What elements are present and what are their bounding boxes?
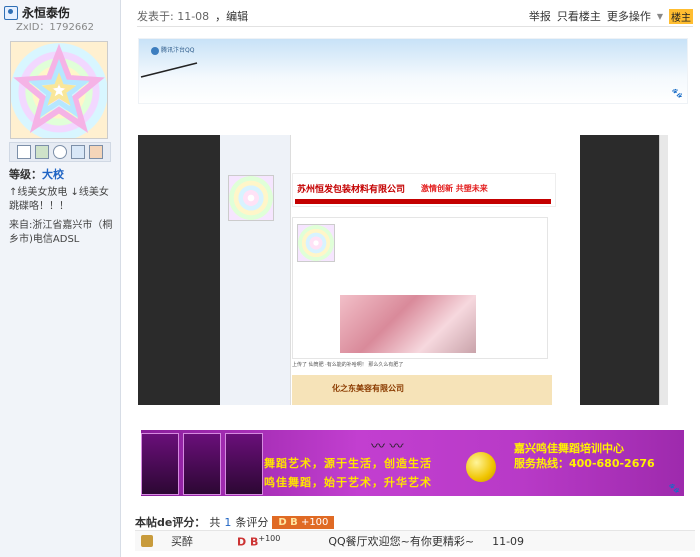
embedded-company-banner: 苏州恒发包装材料有限公司 激情创新 共塑未来 bbox=[292, 173, 556, 207]
post-time: 发表于: 11-08 bbox=[137, 10, 210, 23]
post-header: 发表于: 11-08 ，编辑 举报 只看楼主 更多操作 ▼ 楼主 bbox=[137, 6, 693, 27]
birds-icon: 〰 〰 bbox=[371, 439, 404, 455]
embedded-quoted-avatar bbox=[297, 224, 335, 262]
apple-icon bbox=[466, 452, 496, 482]
star-pattern-icon bbox=[13, 43, 105, 134]
edit-link[interactable]: ，编辑 bbox=[215, 8, 248, 24]
user-sidebar: 永恒泰伤 ZxID：1792662 等级：大校 ↑线美女放电 ↓线美女跳碟咯！！… bbox=[0, 0, 121, 557]
qq-logo-text: 腾讯汴台QQ bbox=[161, 47, 195, 54]
banner-title: 嘉兴鸣佳舞蹈培训中心 bbox=[514, 442, 624, 455]
rating-score: D B+100 bbox=[237, 534, 280, 549]
score-badge-value: +100 bbox=[300, 516, 329, 528]
rating-count: 1 bbox=[224, 515, 232, 529]
group-icon[interactable] bbox=[89, 145, 103, 159]
rater-name[interactable]: 买醉 bbox=[171, 533, 193, 549]
message-icon[interactable] bbox=[17, 145, 31, 159]
floor-badge: 楼主 bbox=[669, 8, 693, 24]
embedded-avatar bbox=[228, 175, 274, 221]
embedded-yellow-ad: 化之东美容有限公司 bbox=[292, 375, 552, 405]
rater-avatar-icon bbox=[141, 535, 153, 547]
dancer-photo bbox=[141, 433, 179, 495]
embedded-yellow-ad-text: 化之东美容有限公司 bbox=[332, 384, 404, 393]
dancer-photo bbox=[225, 433, 263, 495]
level-value[interactable]: 大校 bbox=[42, 168, 64, 181]
post-main: 发表于: 11-08 ，编辑 举报 只看楼主 更多操作 ▼ 楼主 腾讯汴台QQ … bbox=[121, 0, 700, 557]
user-location: 来自:浙江省嘉兴市（桐乡市)电信ADSL bbox=[9, 220, 113, 245]
qq-logo-icon bbox=[151, 46, 159, 55]
banner-line-1: 舞蹈艺术，源于生活，创造生活 bbox=[264, 457, 432, 470]
paw-icon[interactable]: 🐾 bbox=[672, 89, 683, 99]
embedded-sidebar bbox=[220, 135, 291, 405]
rating-count-suffix: 条评分 bbox=[235, 516, 269, 529]
banner-phone: 服务热线：400-680-2676 bbox=[514, 457, 655, 470]
dancer-photos bbox=[141, 430, 271, 496]
rating-score-value: +100 bbox=[258, 533, 281, 543]
paw-icon[interactable]: 🐾 bbox=[669, 484, 680, 494]
user-signature: ↑线美女放电 ↓线美女跳碟咯！！！ bbox=[9, 187, 109, 212]
more-actions-link[interactable]: 更多操作 bbox=[607, 8, 651, 24]
only-author-link[interactable]: 只看楼主 bbox=[557, 8, 601, 24]
line-decoration-icon bbox=[140, 62, 198, 78]
dancer-photo bbox=[183, 433, 221, 495]
embedded-scrollbar bbox=[659, 135, 668, 405]
embedded-slogan: 激情创新 共塑未来 bbox=[421, 184, 488, 193]
rating-header: 本帖de评分： 共 1 条评分 D B +100 bbox=[135, 514, 335, 530]
embedded-company-name: 苏州恒发包装材料有限公司 bbox=[297, 185, 406, 195]
rating-row: 买醉 D B+100 QQ餐厅欢迎您~有你更精彩~ 11-09 bbox=[135, 530, 695, 551]
dance-school-banner[interactable]: 〰 〰 舞蹈艺术，源于生活，创造生活 鸣佳舞蹈，始于艺术，升华艺术 嘉兴鸣佳舞蹈… bbox=[141, 430, 684, 496]
rating-count-prefix: 共 bbox=[209, 516, 221, 529]
score-badge: D B +100 bbox=[272, 515, 335, 529]
user-id: ZxID：1792662 bbox=[16, 22, 94, 33]
embedded-red-bar bbox=[295, 199, 551, 204]
chevron-down-icon[interactable]: ▼ bbox=[657, 12, 663, 21]
post-actions: 举报 只看楼主 更多操作 ▼ 楼主 bbox=[529, 8, 693, 24]
rating-time: 11-09 bbox=[492, 534, 525, 548]
rating-reason: QQ餐厅欢迎您~有你更精彩~ bbox=[328, 535, 475, 548]
embedded-screenshot: 苏州恒发包装材料有限公司 激情创新 共塑未来 上传了 仙筒肥 ·有么能的补哈啊！… bbox=[138, 135, 668, 405]
rating-label: 本帖de评分： bbox=[135, 516, 206, 529]
profile-card-icon[interactable] bbox=[71, 145, 85, 159]
banner-line-2: 鸣佳舞蹈，始于艺术，升华艺术 bbox=[264, 476, 432, 489]
add-friend-icon[interactable] bbox=[35, 145, 49, 159]
embedded-caption: 上传了 仙筒肥 ·有么能的补哈啊！ 那么久么有肥了 bbox=[292, 362, 404, 368]
search-posts-icon[interactable] bbox=[53, 145, 67, 159]
rating-score-unit: D B bbox=[237, 535, 259, 549]
avatar[interactable] bbox=[10, 41, 108, 139]
level-label: 等级： bbox=[9, 168, 42, 181]
user-action-bar bbox=[9, 142, 111, 162]
user-level: 等级：大校 bbox=[9, 166, 64, 182]
score-badge-unit: D B bbox=[278, 516, 298, 528]
top-banner-image: 腾讯汴台QQ 🐾 bbox=[138, 38, 688, 104]
report-link[interactable]: 举报 bbox=[529, 8, 551, 24]
embedded-photo bbox=[340, 295, 476, 353]
embedded-page: 苏州恒发包装材料有限公司 激情创新 共塑未来 上传了 仙筒肥 ·有么能的补哈啊！… bbox=[220, 135, 580, 405]
